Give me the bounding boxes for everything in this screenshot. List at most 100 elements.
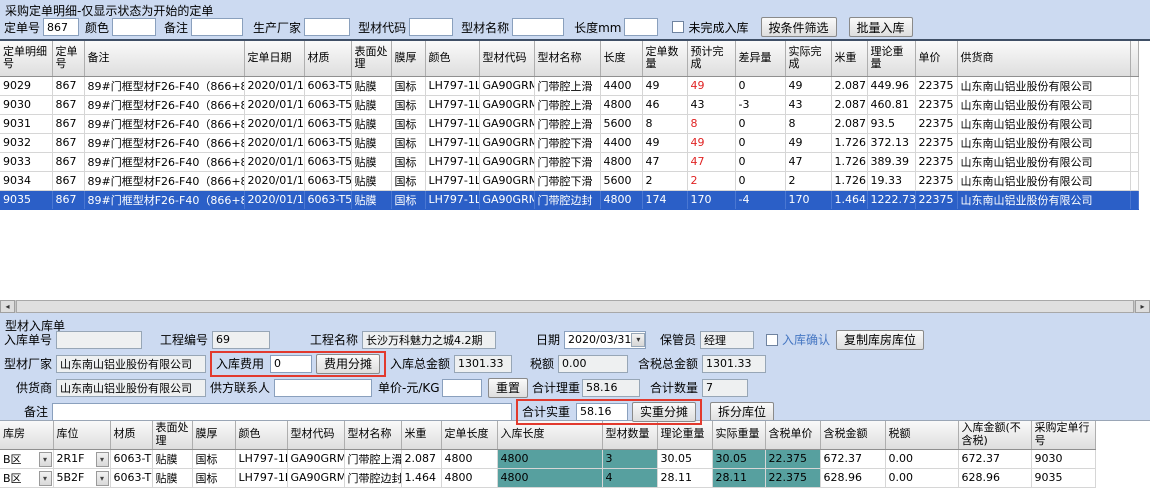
cell[interactable]: 1222.73 (867, 190, 915, 209)
filter-by-condition-button[interactable]: 按条件筛选 (761, 17, 837, 37)
cell[interactable]: 门带腔上滑 (344, 449, 401, 468)
cell[interactable]: 672.37 (958, 449, 1031, 468)
cell[interactable]: LH797-1LL0 (235, 468, 287, 487)
cell[interactable]: 22375 (915, 114, 957, 133)
cell[interactable]: 国标 (391, 190, 425, 209)
cell[interactable]: 5600 (600, 171, 642, 190)
cell[interactable]: GA90GRM03 (287, 449, 344, 468)
cell[interactable]: 6063-T5 (304, 95, 351, 114)
column-header[interactable]: 定单长度 (441, 421, 497, 449)
cell[interactable]: -3 (735, 95, 785, 114)
column-header[interactable]: 型材代码 (287, 421, 344, 449)
cell[interactable]: LH797-1LL0 (235, 449, 287, 468)
column-header[interactable]: 米重 (401, 421, 441, 449)
cell[interactable]: 6063-T5 (110, 449, 152, 468)
cell[interactable]: 170 (785, 190, 831, 209)
cell[interactable]: 2 (642, 171, 687, 190)
cell[interactable]: 2.087 (831, 76, 867, 95)
cell[interactable]: 5B2F▾ (53, 468, 110, 487)
cell[interactable]: 672.37 (820, 449, 885, 468)
inbound-table[interactable]: 库房库位材质表面处理膜厚颜色型材代码型材名称米重定单长度入库长度型材数量理论重量… (0, 421, 1096, 488)
cell[interactable]: 43 (785, 95, 831, 114)
cell[interactable]: 9030 (1031, 449, 1095, 468)
cell[interactable]: 门带腔下滑 (534, 133, 600, 152)
cell[interactable]: 9029 (0, 76, 52, 95)
column-header[interactable]: 表面处理 (152, 421, 192, 449)
cell[interactable]: 9032 (0, 133, 52, 152)
cell[interactable]: 30.05 (712, 449, 765, 468)
table-row[interactable]: B区▾5B2F▾6063-T5贴膜国标LH797-1LL0GA90GRM05门带… (0, 468, 1095, 487)
fee-share-button[interactable]: 费用分摊 (316, 354, 380, 374)
batch-inbound-button[interactable]: 批量入库 (849, 17, 913, 37)
cell[interactable]: 867 (52, 76, 84, 95)
column-header[interactable]: 库房 (0, 421, 53, 449)
purchase-order-table[interactable]: 定单明细号定单号备注定单日期材质表面处理膜厚颜色型材代码型材名称长度定单数量预计… (0, 41, 1139, 210)
date-field[interactable]: 2020/03/31 ▾ (564, 331, 646, 349)
cell[interactable]: B区▾ (0, 449, 53, 468)
cell[interactable]: 2020/01/13 (244, 133, 304, 152)
cell[interactable]: 2020/01/13 (244, 114, 304, 133)
project-name-field[interactable] (362, 331, 496, 349)
cell[interactable]: 门带腔边封 (534, 190, 600, 209)
total-qty-field[interactable] (702, 379, 748, 397)
table-row[interactable]: 903286789#门框型材F26-F40（866+867）2020/01/13… (0, 133, 1138, 152)
tax-field[interactable] (558, 355, 628, 373)
cell[interactable]: 山东南山铝业股份有限公司 (957, 152, 1130, 171)
column-header[interactable]: 入库长度 (497, 421, 602, 449)
cell[interactable]: 贴膜 (351, 190, 391, 209)
remark-field[interactable] (52, 403, 512, 421)
cell[interactable]: 28.11 (657, 468, 712, 487)
cell[interactable]: 山东南山铝业股份有限公司 (957, 190, 1130, 209)
column-header[interactable]: 库位 (53, 421, 110, 449)
cell[interactable]: 89#门框型材F26-F40（866+867） (84, 152, 244, 171)
column-header[interactable]: 入库金额(不含税) (958, 421, 1031, 449)
column-header[interactable]: 采购定单行号 (1031, 421, 1095, 449)
cell[interactable]: 49 (785, 133, 831, 152)
cell[interactable]: 22375 (915, 171, 957, 190)
cell[interactable]: 2020/01/13 (244, 76, 304, 95)
column-header[interactable]: 膜厚 (391, 41, 425, 76)
cell[interactable]: 3 (602, 449, 657, 468)
cell[interactable]: 47 (785, 152, 831, 171)
cell[interactable]: 2 (687, 171, 735, 190)
cell[interactable]: 8 (687, 114, 735, 133)
supplier-contact-field[interactable] (274, 379, 372, 397)
cell[interactable]: 9035 (1031, 468, 1095, 487)
total-with-tax-field[interactable] (702, 355, 766, 373)
table-row[interactable]: 903086789#门框型材F26-F40（866+867）2020/01/13… (0, 95, 1138, 114)
column-header[interactable]: 预计完成 (687, 41, 735, 76)
cell[interactable]: 49 (687, 76, 735, 95)
table-row[interactable]: 903386789#门框型材F26-F40（866+867）2020/01/13… (0, 152, 1138, 171)
cell[interactable]: 0 (735, 152, 785, 171)
cell[interactable]: 22.375 (765, 449, 820, 468)
cell[interactable]: 贴膜 (351, 95, 391, 114)
manufacturer-filter-input[interactable] (304, 18, 350, 36)
cell[interactable]: LH797-1LL0 (425, 152, 479, 171)
cell[interactable]: 国标 (391, 133, 425, 152)
cell[interactable]: 89#门框型材F26-F40（866+867） (84, 114, 244, 133)
column-header[interactable]: 米重 (831, 41, 867, 76)
cell[interactable]: 43 (687, 95, 735, 114)
column-header[interactable]: 定单日期 (244, 41, 304, 76)
cell[interactable]: 4800 (600, 190, 642, 209)
cell[interactable]: 1.726 (831, 152, 867, 171)
cell[interactable] (1130, 76, 1138, 95)
column-header[interactable]: 型材代码 (479, 41, 534, 76)
cell[interactable]: 0 (735, 171, 785, 190)
order-no-input[interactable] (43, 18, 79, 36)
cell[interactable]: LH797-1LL0 (425, 76, 479, 95)
cell[interactable]: 2.087 (831, 114, 867, 133)
cell[interactable]: 170 (687, 190, 735, 209)
cell[interactable]: 89#门框型材F26-F40（866+867） (84, 133, 244, 152)
cell[interactable]: 国标 (391, 76, 425, 95)
supplier-field[interactable] (56, 379, 206, 397)
column-header[interactable]: 理论重量 (867, 41, 915, 76)
cell[interactable]: 国标 (391, 95, 425, 114)
remark-filter-input[interactable] (191, 18, 243, 36)
inbound-fee-field[interactable] (270, 355, 312, 373)
cell[interactable]: 国标 (391, 152, 425, 171)
cell[interactable]: 门带腔上滑 (534, 76, 600, 95)
cell[interactable]: 6063-T5 (110, 468, 152, 487)
table-row[interactable]: 903586789#门框型材F26-F40（866+867）2020/01/13… (0, 190, 1138, 209)
cell[interactable]: 1.726 (831, 171, 867, 190)
